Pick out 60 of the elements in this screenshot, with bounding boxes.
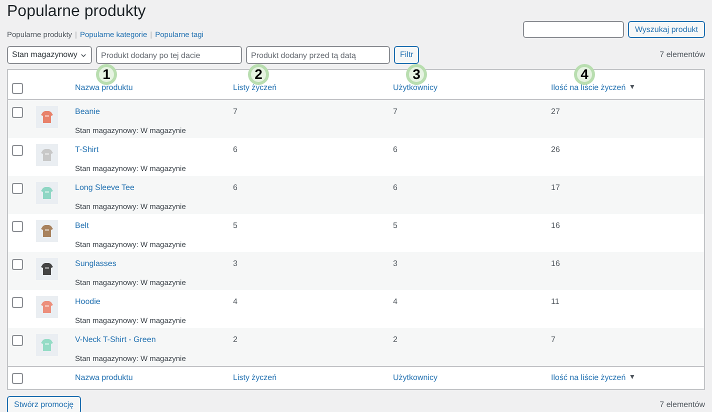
checkbox[interactable] [12, 259, 23, 270]
column-header[interactable]: Użytkownicy [393, 372, 438, 384]
search-button[interactable]: Wyszukaj produkt [628, 21, 705, 38]
item-count: 7 elementów [660, 49, 705, 62]
table-cell-text: 6 [393, 144, 398, 156]
date-field[interactable]: Produkt dodany przed tą datą [246, 46, 390, 64]
table-cell-text: 5 [233, 220, 238, 232]
item-count: 7 elementów [660, 399, 705, 412]
product-link[interactable]: Belt [75, 220, 233, 232]
table-cell-text: 11 [551, 296, 560, 308]
filter-button[interactable]: Filtr [394, 46, 420, 64]
product-link[interactable]: Beanie [75, 106, 233, 118]
checkbox[interactable] [12, 83, 23, 94]
checkbox[interactable] [12, 183, 23, 194]
product-link[interactable]: T-Shirt [75, 144, 233, 156]
table-cell-text: 3 [233, 258, 238, 270]
column-header[interactable]: Nazwa produktu [75, 372, 133, 384]
column-header[interactable]: Ilość na liście życzeń [551, 372, 626, 384]
checkbox[interactable] [12, 297, 23, 308]
table-cell-text: 7 [551, 334, 556, 346]
table-cell-text: 27 [551, 106, 561, 118]
chevron-down-icon [80, 52, 87, 59]
table-cell-text: 5 [393, 220, 398, 232]
table-cell-text: 6 [393, 182, 398, 194]
table-cell-text: 7 [233, 106, 238, 118]
table-cell-text: 6 [233, 182, 238, 194]
column-header[interactable]: Listy życzeń [233, 82, 277, 94]
checkbox[interactable] [12, 145, 23, 156]
table-cell-text: 3 [393, 258, 398, 270]
column-header[interactable]: Użytkownicy [393, 82, 438, 94]
callout-marker: 3 [406, 64, 427, 85]
date-field[interactable]: Produkt dodany po tej dacie [96, 46, 242, 64]
callout-marker: 4 [574, 64, 595, 85]
checkbox[interactable] [12, 335, 23, 346]
product-link[interactable]: Long Sleeve Tee [75, 182, 233, 194]
table-cell-text: 16 [551, 220, 561, 232]
table-cell-text: 26 [551, 144, 561, 156]
create-promotion-button[interactable]: Stwórz promocję [7, 396, 81, 412]
column-header[interactable]: Ilość na liście życzeń [551, 82, 626, 94]
table-cell-text: 2 [233, 334, 238, 346]
table-cell-text: 6 [233, 144, 238, 156]
table-cell-text: 7 [393, 106, 398, 118]
table-cell-text: 4 [393, 296, 398, 308]
callout-marker: 2 [248, 64, 269, 85]
column-header[interactable]: Nazwa produktu [75, 82, 133, 94]
search-field[interactable] [522, 21, 624, 38]
checkbox[interactable] [12, 221, 23, 232]
checkbox[interactable] [12, 372, 23, 384]
stock-dropdown[interactable]: Stan magazynowy [7, 46, 92, 64]
callout-marker: 1 [96, 64, 117, 85]
column-header[interactable]: Listy życzeń [233, 372, 277, 384]
checkbox[interactable] [12, 107, 23, 118]
product-link[interactable]: Hoodie [75, 296, 233, 308]
table-cell-text: 4 [233, 296, 238, 308]
table-cell-text: 17 [551, 182, 561, 194]
table-cell-text: 16 [551, 258, 561, 270]
table-cell-text: 2 [393, 334, 398, 346]
page-title: Popularne produkty [7, 2, 147, 22]
product-link[interactable]: V-Neck T-Shirt - Green [75, 334, 233, 346]
product-link[interactable]: Sunglasses [75, 258, 233, 270]
